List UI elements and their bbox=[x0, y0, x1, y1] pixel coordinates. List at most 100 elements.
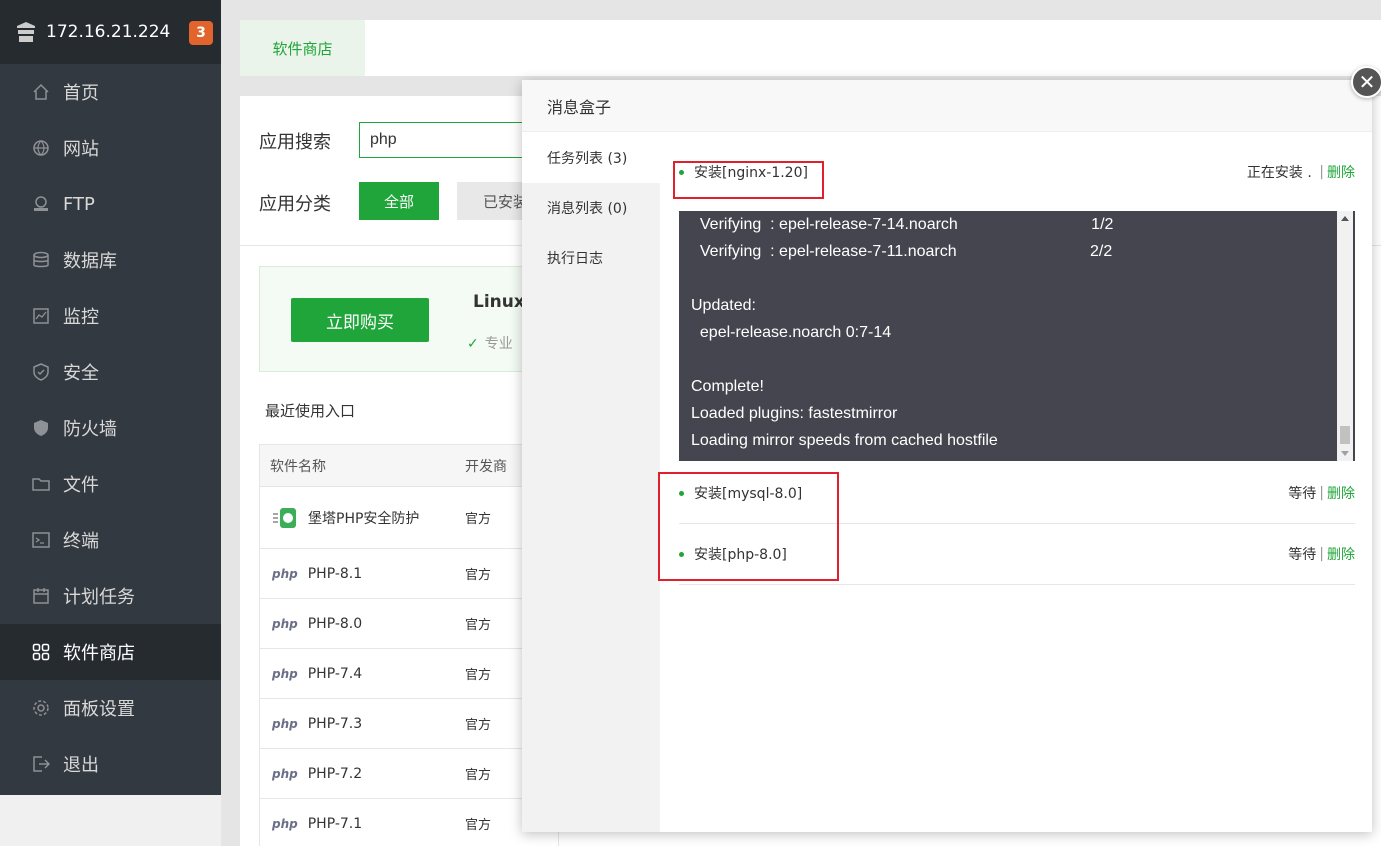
software-vendor: 官方 bbox=[465, 512, 492, 527]
notification-badge[interactable]: 3 bbox=[189, 21, 213, 45]
sidebar-item-monitor[interactable]: 监控 bbox=[0, 288, 221, 344]
task-status: 正在安装 . bbox=[1246, 165, 1312, 181]
modal-title: 消息盒子 bbox=[522, 80, 1372, 132]
software-name: PHP-8.1 bbox=[307, 565, 363, 582]
apps-grid-icon bbox=[31, 642, 51, 662]
monitor-icon bbox=[31, 306, 51, 326]
task-status: 等待 bbox=[1288, 486, 1317, 502]
software-vendor: 官方 bbox=[465, 768, 492, 783]
tab-message-list[interactable]: 消息列表 (0) bbox=[522, 183, 660, 233]
sidebar-item-label: 首页 bbox=[63, 83, 99, 104]
table-row[interactable]: php PHP-7.2 官方 bbox=[260, 749, 558, 799]
software-name-cell: php PHP-8.1 bbox=[260, 566, 465, 582]
sidebar-item-files[interactable]: 文件 bbox=[0, 456, 221, 512]
task-delete-link[interactable]: 删除 bbox=[1327, 544, 1355, 564]
promo-feature-text: 专业 bbox=[484, 336, 513, 352]
log-line: Loaded plugins: fastestmirror bbox=[691, 405, 898, 422]
table-row[interactable]: php PHP-7.3 官方 bbox=[260, 699, 558, 749]
sidebar-item-terminal[interactable]: 终端 bbox=[0, 512, 221, 568]
table-row[interactable]: php PHP-7.1 官方 bbox=[260, 799, 558, 846]
globe-icon bbox=[31, 138, 51, 158]
task-status: 等待 bbox=[1288, 547, 1317, 563]
software-name: PHP-7.1 bbox=[307, 815, 363, 832]
task-delete-link[interactable]: 删除 bbox=[1327, 483, 1355, 503]
table-row[interactable]: php PHP-8.1 官方 bbox=[260, 549, 558, 599]
sidebar-item-home[interactable]: 首页 bbox=[0, 64, 221, 120]
category-label: 应用分类 bbox=[259, 194, 331, 215]
bt-php-protect-icon bbox=[273, 507, 296, 528]
software-name-cell: php PHP-7.1 bbox=[260, 816, 465, 832]
sidebar-item-label: 防火墙 bbox=[63, 419, 117, 440]
gear-icon bbox=[31, 698, 51, 718]
sidebar-item-cron[interactable]: 计划任务 bbox=[0, 568, 221, 624]
sidebar-item-database[interactable]: 数据库 bbox=[0, 232, 221, 288]
log-line: Updated: bbox=[691, 297, 756, 314]
close-icon[interactable]: ✕ bbox=[1351, 66, 1381, 98]
software-vendor: 官方 bbox=[465, 668, 492, 683]
tab-task-list[interactable]: 任务列表 (3) bbox=[522, 133, 660, 183]
sidebar-header: 172.16.21.224 3 bbox=[0, 0, 221, 64]
sidebar-item-label: 数据库 bbox=[63, 251, 117, 272]
scroll-up-arrow[interactable] bbox=[1341, 216, 1349, 221]
sidebar-item-website[interactable]: 网站 bbox=[0, 120, 221, 176]
software-name-cell: php PHP-7.4 bbox=[260, 666, 465, 682]
sidebar-item-logout[interactable]: 退出 bbox=[0, 736, 221, 792]
software-name-cell: php PHP-7.3 bbox=[260, 716, 465, 732]
tab-execution-log[interactable]: 执行日志 bbox=[522, 233, 660, 283]
log-line: Loading mirror speeds from cached hostfi… bbox=[691, 432, 998, 449]
software-vendor: 官方 bbox=[465, 718, 492, 733]
sidebar-item-label: 终端 bbox=[63, 531, 99, 552]
sidebar-item-label: 面板设置 bbox=[63, 699, 135, 720]
install-log-console[interactable]: Verifying : epel-release-7-14.noarch 1/2… bbox=[679, 211, 1355, 461]
software-name-cell: 堡塔PHP安全防护 bbox=[260, 505, 465, 531]
software-vendor: 官方 bbox=[465, 818, 492, 833]
scroll-thumb[interactable] bbox=[1340, 426, 1350, 444]
software-name: PHP-7.3 bbox=[307, 715, 363, 732]
task-delete-link[interactable]: 删除 bbox=[1327, 162, 1355, 182]
php-logo-icon: php bbox=[272, 666, 298, 681]
sidebar-item-label: 文件 bbox=[63, 475, 99, 496]
server-logo-icon bbox=[17, 22, 35, 42]
table-row[interactable]: php PHP-8.0 官方 bbox=[260, 599, 558, 649]
task-separator: | bbox=[1319, 546, 1324, 562]
software-name: PHP-7.4 bbox=[307, 665, 363, 682]
recent-entry-label: 最近使用入口 bbox=[265, 402, 356, 420]
search-label: 应用搜索 bbox=[259, 132, 331, 153]
sidebar-item-ftp[interactable]: FTP bbox=[0, 176, 221, 232]
log-line: Complete! bbox=[691, 378, 764, 395]
sidebar-item-firewall[interactable]: 防火墙 bbox=[0, 400, 221, 456]
sidebar-item-security[interactable]: 安全 bbox=[0, 344, 221, 400]
scroll-down-arrow[interactable] bbox=[1341, 451, 1349, 456]
sidebar-item-label: 软件商店 bbox=[63, 643, 135, 664]
column-header-name: 软件名称 bbox=[270, 458, 326, 475]
log-line: Verifying : epel-release-7-14.noarch 1/2 bbox=[691, 216, 1114, 233]
promo-title: Linux bbox=[473, 292, 525, 312]
terminal-icon bbox=[31, 530, 51, 550]
log-scrollbar[interactable] bbox=[1337, 211, 1353, 461]
database-icon bbox=[31, 250, 51, 270]
php-logo-icon: php bbox=[272, 566, 298, 581]
sidebar-item-label: 退出 bbox=[63, 755, 99, 776]
table-row[interactable]: php PHP-7.4 官方 bbox=[260, 649, 558, 699]
software-name-cell: php PHP-8.0 bbox=[260, 616, 465, 632]
sidebar-item-label: 计划任务 bbox=[63, 587, 135, 608]
promo-banner: 立即购买 Linux ✓ 专业 bbox=[259, 266, 559, 372]
sidebar-item-label: 安全 bbox=[63, 363, 99, 384]
table-row[interactable]: 堡塔PHP安全防护 官方 bbox=[260, 487, 558, 549]
check-icon: ✓ bbox=[467, 336, 479, 352]
sidebar-item-app-store[interactable]: 软件商店 bbox=[0, 624, 221, 680]
software-name: PHP-8.0 bbox=[307, 615, 363, 632]
tab-app-store[interactable]: 软件商店 bbox=[240, 20, 365, 76]
category-all-button[interactable]: 全部 bbox=[359, 182, 439, 220]
firewall-shield-icon bbox=[31, 418, 51, 438]
buy-now-button[interactable]: 立即购买 bbox=[291, 298, 429, 342]
sidebar-nav: 首页 网站 FTP 数据库 监控 安全 防火墙 文件 终端 计划任务 软件商店 … bbox=[0, 64, 221, 792]
log-line: epel-release.noarch 0:7-14 bbox=[691, 324, 892, 341]
sidebar-bottom bbox=[0, 795, 221, 846]
highlight-box-mysql-php bbox=[658, 472, 839, 581]
sidebar-item-label: FTP bbox=[63, 193, 95, 215]
sidebar-item-panel-settings[interactable]: 面板设置 bbox=[0, 680, 221, 736]
message-box-modal: 消息盒子 任务列表 (3) 消息列表 (0) 执行日志 安装[nginx-1.2… bbox=[522, 80, 1372, 832]
